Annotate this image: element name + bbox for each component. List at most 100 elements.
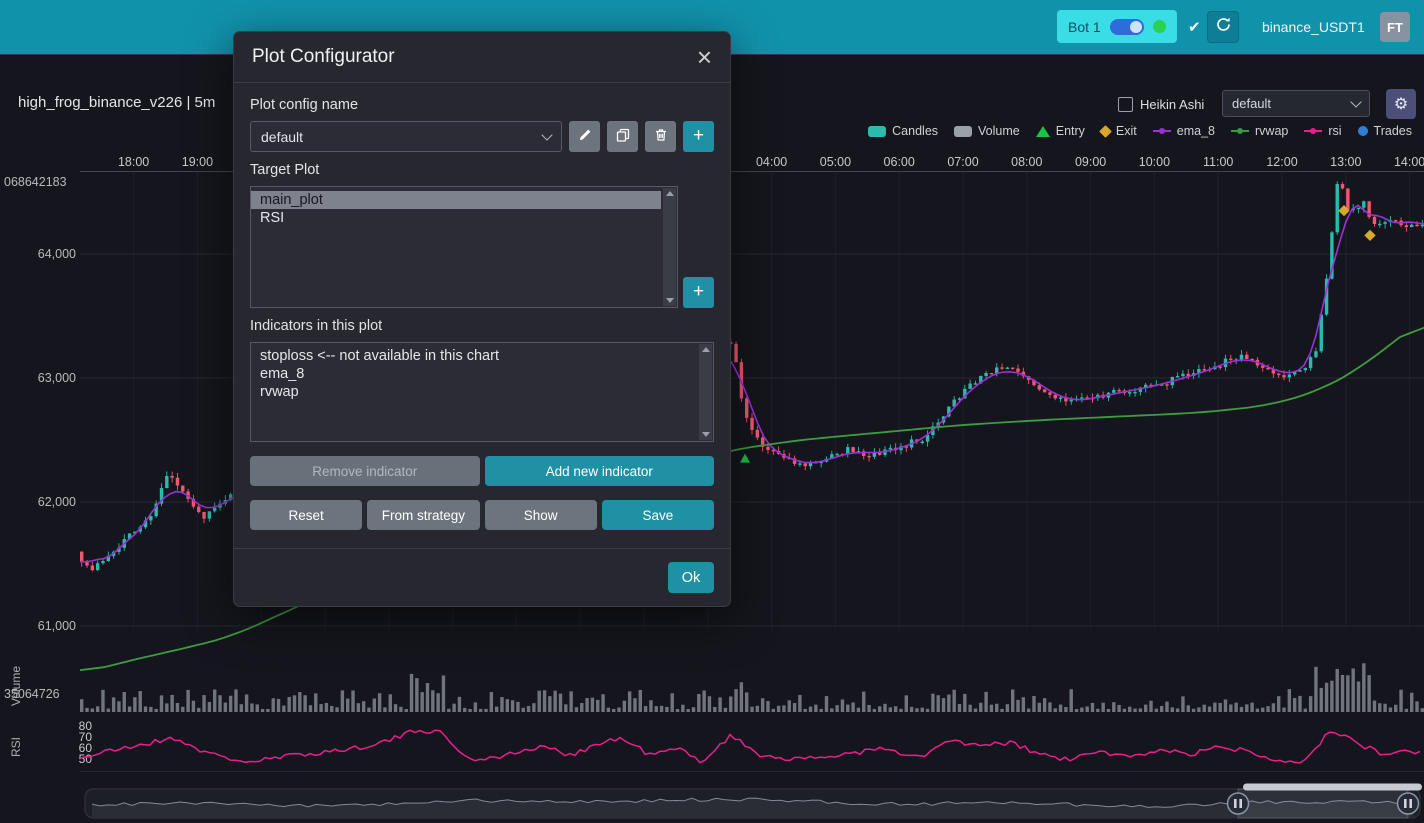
legend-item-Entry[interactable]: Entry	[1036, 124, 1085, 138]
svg-text:RSI: RSI	[9, 737, 23, 757]
legend-label: Candles	[892, 124, 938, 138]
scroll-up-icon[interactable]	[666, 191, 674, 196]
bot-online-dot	[1153, 20, 1166, 33]
svg-text:50: 50	[79, 752, 93, 766]
svg-text:61,000: 61,000	[38, 619, 76, 633]
plot-settings-button[interactable]: ⚙	[1386, 89, 1416, 119]
running-bot-name: binance_USDT1	[1262, 19, 1365, 35]
pencil-icon	[578, 128, 592, 145]
indicator-option[interactable]: ema_8	[251, 365, 697, 383]
svg-text:13:00: 13:00	[1330, 155, 1361, 169]
rsi-legend-icon	[1304, 127, 1322, 135]
legend-item-Volume[interactable]: Volume	[954, 124, 1020, 138]
svg-text:Volume: Volume	[9, 666, 23, 706]
app-window: Bot 1 ✔ binance_USDT1 FT 18:0019:0020:00…	[0, 0, 1424, 823]
Entry-legend-icon	[1036, 126, 1050, 137]
delete-config-button[interactable]	[645, 121, 676, 152]
chevron-down-icon	[1350, 96, 1361, 107]
trash-icon	[654, 128, 668, 145]
svg-text:05:00: 05:00	[820, 155, 851, 169]
rvwap-legend-icon	[1231, 127, 1249, 135]
indicator-option[interactable]: stoploss <-- not available in this chart	[251, 347, 697, 365]
scroll-up-icon[interactable]	[702, 347, 710, 352]
svg-text:11:00: 11:00	[1203, 155, 1233, 169]
svg-text:12:00: 12:00	[1266, 155, 1297, 169]
target-plot-option[interactable]: RSI	[251, 209, 661, 227]
legend-item-Trades[interactable]: Trades	[1358, 124, 1412, 138]
duplicate-config-button[interactable]	[607, 121, 638, 152]
config-name-label: Plot config name	[250, 97, 714, 113]
add-subplot-button[interactable]: +	[683, 277, 714, 308]
legend-label: Trades	[1374, 124, 1412, 138]
legend-item-Exit[interactable]: Exit	[1101, 124, 1137, 138]
legend-label: Entry	[1056, 124, 1085, 138]
heikin-ashi-label: Heikin Ashi	[1140, 97, 1204, 112]
ok-button[interactable]: Ok	[668, 562, 714, 593]
target-plot-scrollbar[interactable]	[663, 188, 676, 306]
svg-text:14:00: 14:00	[1394, 155, 1424, 169]
bot-name-label: Bot 1	[1068, 19, 1101, 35]
legend-label: Exit	[1116, 124, 1137, 138]
check-icon: ✔	[1188, 18, 1201, 36]
bot-selector-pill[interactable]: Bot 1	[1057, 10, 1177, 43]
plot-configurator-modal: Plot Configurator × Plot config name def…	[233, 31, 731, 607]
remove-indicator-button[interactable]: Remove indicator	[250, 456, 480, 486]
Volume-legend-icon	[954, 126, 972, 137]
modal-title: Plot Configurator	[252, 46, 395, 68]
indicators-list[interactable]: stoploss <-- not available in this chart…	[250, 342, 714, 442]
close-icon[interactable]: ×	[697, 48, 712, 66]
legend-label: Volume	[978, 124, 1020, 138]
gear-icon: ⚙	[1394, 94, 1408, 114]
from-strategy-button[interactable]: From strategy	[367, 500, 479, 530]
indicators-label: Indicators in this plot	[250, 318, 714, 334]
chevron-down-icon	[541, 129, 552, 140]
modal-header: Plot Configurator ×	[234, 32, 730, 83]
legend-item-rvwap[interactable]: rvwap	[1231, 124, 1288, 138]
config-name-select[interactable]: default	[250, 121, 562, 152]
plot-config-select-value: default	[1232, 96, 1271, 111]
modal-footer: Ok	[234, 548, 730, 606]
modal-body: Plot config name default +	[234, 83, 730, 548]
show-button[interactable]: Show	[485, 500, 597, 530]
svg-text:068642183: 068642183	[4, 175, 67, 189]
svg-text:04:00: 04:00	[756, 155, 787, 169]
add-new-indicator-button[interactable]: Add new indicator	[485, 456, 715, 486]
plus-icon: +	[693, 282, 704, 301]
svg-text:64,000: 64,000	[38, 247, 76, 261]
heikin-ashi-control: Heikin Ashi	[1118, 97, 1204, 112]
scroll-down-icon[interactable]	[666, 298, 674, 303]
svg-text:07:00: 07:00	[947, 155, 978, 169]
legend-label: rsi	[1328, 124, 1341, 138]
heikin-ashi-checkbox[interactable]	[1118, 97, 1133, 112]
target-plot-label: Target Plot	[250, 162, 714, 178]
svg-text:06:00: 06:00	[884, 155, 915, 169]
bot-toggle[interactable]	[1110, 19, 1144, 35]
legend-item-ema_8[interactable]: ema_8	[1153, 124, 1215, 138]
legend-label: ema_8	[1177, 124, 1215, 138]
freqtrade-logo[interactable]: FT	[1380, 12, 1410, 42]
copy-icon	[616, 128, 630, 145]
indicator-option[interactable]: rvwap	[251, 383, 697, 401]
rename-config-button[interactable]	[569, 121, 600, 152]
scroll-down-icon[interactable]	[702, 432, 710, 437]
save-button[interactable]: Save	[602, 500, 714, 530]
add-config-button[interactable]: +	[683, 121, 714, 152]
config-name-select-value: default	[261, 129, 303, 145]
legend-item-Candles[interactable]: Candles	[868, 124, 938, 138]
reset-button[interactable]: Reset	[250, 500, 362, 530]
svg-text:18:00: 18:00	[118, 155, 149, 169]
svg-text:62,000: 62,000	[38, 495, 76, 509]
legend-item-rsi[interactable]: rsi	[1304, 124, 1341, 138]
chart-title: high_frog_binance_v226 | 5m	[18, 94, 215, 111]
target-plot-list[interactable]: main_plotRSI	[250, 186, 678, 308]
svg-text:10:00: 10:00	[1139, 155, 1170, 169]
svg-text:09:00: 09:00	[1075, 155, 1106, 169]
refresh-button[interactable]	[1207, 11, 1239, 43]
Candles-legend-icon	[868, 126, 886, 137]
svg-text:63,000: 63,000	[38, 371, 76, 385]
svg-text:08:00: 08:00	[1011, 155, 1042, 169]
indicators-scrollbar[interactable]	[699, 344, 712, 440]
plot-config-select[interactable]: default	[1222, 90, 1370, 117]
target-plot-option[interactable]: main_plot	[251, 191, 661, 209]
Trades-legend-icon	[1358, 126, 1368, 136]
